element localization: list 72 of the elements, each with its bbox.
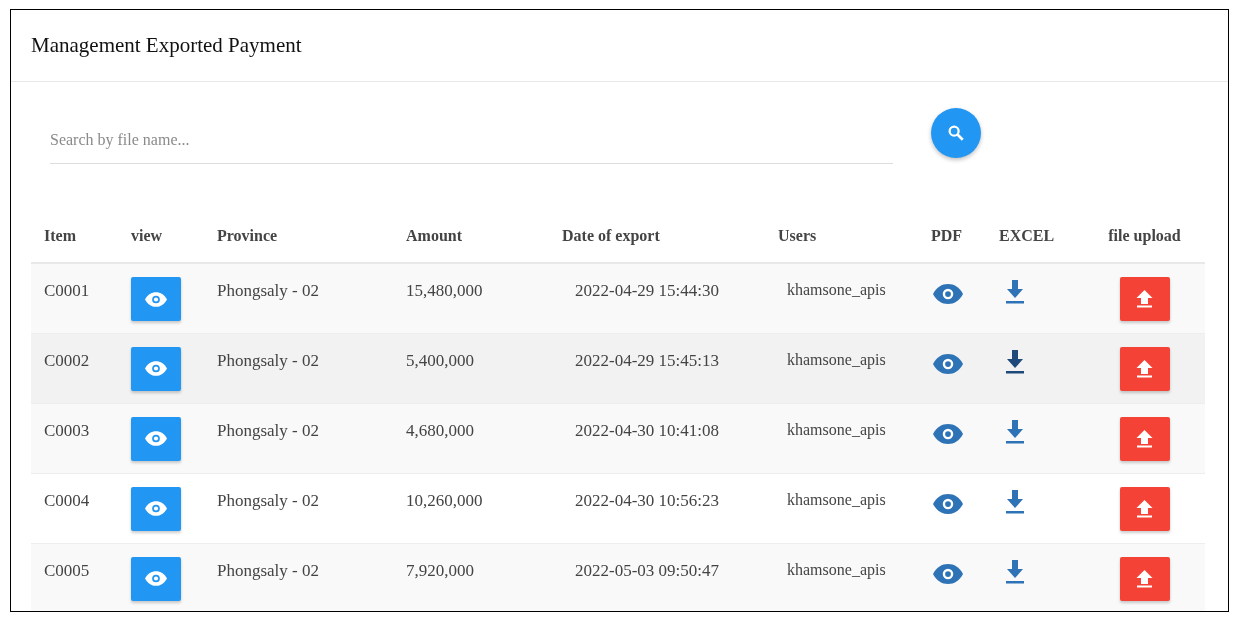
column-header: Province bbox=[217, 227, 278, 244]
column-header: Date of export bbox=[562, 227, 660, 244]
download-icon bbox=[1005, 489, 1025, 514]
column-header: view bbox=[131, 227, 163, 244]
eye-icon bbox=[933, 493, 963, 514]
table-cell: 2022-05-03 09:50:47 bbox=[575, 560, 720, 580]
upload-icon bbox=[1136, 359, 1153, 378]
eye-icon bbox=[933, 563, 963, 584]
column-header: Amount bbox=[406, 227, 462, 244]
table-cell: khamsone_apis bbox=[787, 350, 886, 368]
page-title: Management Exported Payment bbox=[31, 33, 302, 57]
column-header: file upload bbox=[1108, 227, 1181, 244]
excel-download-link[interactable] bbox=[1005, 347, 1025, 374]
table-cell: 4,680,000 bbox=[406, 420, 474, 440]
eye-icon bbox=[145, 571, 167, 586]
upload-button[interactable] bbox=[1119, 277, 1170, 321]
upload-button[interactable] bbox=[1119, 416, 1170, 461]
table-cell: Phongsaly - 02 bbox=[217, 490, 319, 510]
table-cell: khamsone_apis bbox=[787, 281, 886, 298]
table-cell: Phongsaly - 02 bbox=[217, 560, 319, 580]
view-button[interactable] bbox=[131, 486, 181, 531]
search-icon bbox=[947, 124, 965, 142]
upload-icon bbox=[1136, 569, 1153, 588]
view-button[interactable] bbox=[131, 416, 181, 461]
download-icon bbox=[1005, 559, 1025, 584]
excel-download-link[interactable] bbox=[1005, 487, 1025, 514]
view-button[interactable] bbox=[131, 277, 181, 321]
table-cell: 7,920,000 bbox=[406, 560, 474, 580]
column-header: Users bbox=[778, 227, 817, 244]
eye-icon bbox=[145, 361, 167, 376]
table-cell: 2022-04-30 10:56:23 bbox=[575, 490, 720, 510]
eye-icon bbox=[933, 423, 963, 444]
table-cell: C0005 bbox=[44, 560, 90, 580]
download-icon bbox=[1005, 280, 1025, 305]
upload-button[interactable] bbox=[1119, 486, 1170, 531]
table-cell: 15,480,000 bbox=[406, 281, 483, 300]
table-cell: Phongsaly - 02 bbox=[217, 420, 319, 440]
table-cell: C0002 bbox=[44, 350, 90, 370]
eye-icon bbox=[145, 431, 167, 446]
table-cell: 10,260,000 bbox=[406, 490, 483, 510]
table-cell: 2022-04-29 15:45:13 bbox=[575, 350, 720, 370]
download-icon bbox=[1005, 349, 1025, 374]
upload-button[interactable] bbox=[1119, 556, 1170, 601]
eye-icon bbox=[145, 501, 167, 516]
table-cell: khamsone_apis bbox=[787, 560, 886, 578]
eye-icon bbox=[933, 284, 963, 305]
view-button[interactable] bbox=[131, 556, 181, 601]
table-cell: C0003 bbox=[44, 420, 90, 440]
table-cell: C0004 bbox=[44, 490, 90, 510]
upload-icon bbox=[1136, 290, 1153, 308]
table-cell: khamsone_apis bbox=[787, 420, 886, 438]
table-cell: Phongsaly - 02 bbox=[217, 350, 319, 370]
upload-icon bbox=[1136, 429, 1153, 448]
table-cell: C0001 bbox=[44, 281, 90, 300]
column-header: PDF bbox=[931, 227, 963, 244]
excel-download-link[interactable] bbox=[1005, 557, 1025, 584]
download-icon bbox=[1005, 419, 1025, 444]
column-header: EXCEL bbox=[999, 227, 1055, 244]
table-cell: 2022-04-29 15:44:30 bbox=[575, 281, 720, 300]
search-button[interactable] bbox=[931, 108, 981, 158]
eye-icon bbox=[145, 291, 167, 307]
column-header: Item bbox=[44, 227, 76, 244]
table-cell: 5,400,000 bbox=[406, 350, 474, 370]
table-cell: 2022-04-30 10:41:08 bbox=[575, 420, 720, 440]
table-cell: khamsone_apis bbox=[787, 490, 886, 508]
upload-icon bbox=[1136, 499, 1153, 518]
upload-button[interactable] bbox=[1119, 346, 1170, 391]
view-button[interactable] bbox=[131, 346, 181, 391]
eye-icon bbox=[933, 353, 963, 374]
excel-download-link[interactable] bbox=[1005, 278, 1025, 305]
table-cell: Phongsaly - 02 bbox=[217, 281, 319, 300]
excel-download-link[interactable] bbox=[1005, 417, 1025, 444]
